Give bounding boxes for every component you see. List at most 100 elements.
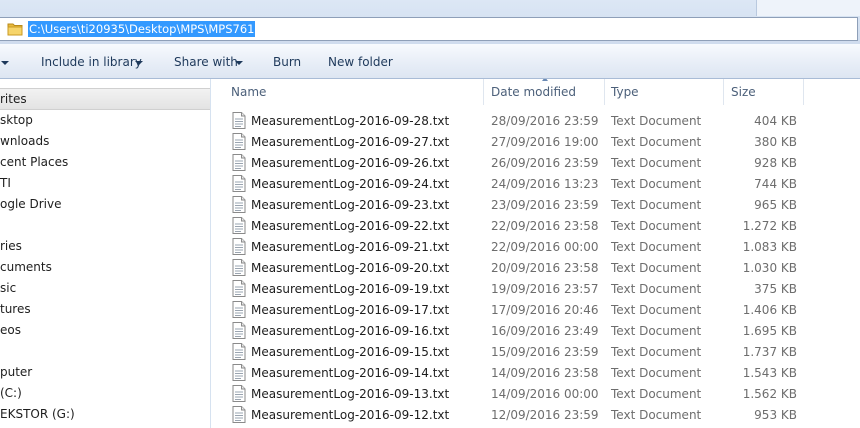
table-row[interactable]: MeasurementLog-2016-09-20.txt 20/09/2016 … [212,257,860,278]
table-row[interactable]: MeasurementLog-2016-09-14.txt 14/09/2016 … [212,362,860,383]
file-size: 928 KB [754,156,797,170]
table-row[interactable]: MeasurementLog-2016-09-12.txt 12/09/2016 … [212,404,860,425]
file-name: MeasurementLog-2016-09-17.txt [251,303,450,317]
table-row[interactable]: MeasurementLog-2016-09-23.txt 23/09/2016 … [212,194,860,215]
text-file-icon [232,322,246,339]
command-bar: Include in library Share with Burn New f… [0,44,860,79]
folder-icon [7,23,23,36]
file-size: 1.695 KB [742,324,797,338]
address-bar[interactable]: C:\Users\ti20935\Desktop\MPS\MPS761 [0,17,858,41]
share-with-button[interactable]: Share with [174,55,238,69]
table-row[interactable]: MeasurementLog-2016-09-27.txt 27/09/2016 … [212,131,860,152]
file-size: 1.406 KB [742,303,797,317]
file-date-modified: 19/09/2016 23:57 [491,282,599,296]
file-name: MeasurementLog-2016-09-12.txt [251,408,450,422]
file-size: 744 KB [754,177,797,191]
file-type: Text Document [611,177,702,191]
table-row[interactable]: MeasurementLog-2016-09-16.txt 16/09/2016 … [212,320,860,341]
address-band: C:\Users\ti20935\Desktop\MPS\MPS761 [0,0,860,44]
table-row[interactable]: MeasurementLog-2016-09-24.txt 24/09/2016 … [212,173,860,194]
file-date-modified: 23/09/2016 23:59 [491,198,599,212]
nav-item-pictures[interactable]: tures [0,299,31,320]
organize-chevron-down-icon[interactable] [1,61,9,65]
include-in-library-button[interactable]: Include in library [41,55,142,69]
nav-item-computer[interactable]: puter [0,362,32,383]
file-size: 1.083 KB [742,240,797,254]
file-name: MeasurementLog-2016-09-27.txt [251,135,450,149]
nav-item-videos[interactable]: eos [0,320,21,341]
nav-item-downloads[interactable]: wnloads [0,131,49,152]
file-type: Text Document [611,345,702,359]
table-row[interactable]: MeasurementLog-2016-09-21.txt 22/09/2016 … [212,236,860,257]
text-file-icon [232,364,246,381]
column-header-size[interactable]: Size [731,84,756,100]
column-separator[interactable] [723,79,724,105]
table-row[interactable]: MeasurementLog-2016-09-17.txt 17/09/2016 … [212,299,860,320]
new-folder-button[interactable]: New folder [328,55,393,69]
column-header-date-modified[interactable]: Date modified [491,84,576,100]
file-date-modified: 22/09/2016 23:58 [491,219,599,233]
text-file-icon [232,259,246,276]
file-size: 404 KB [754,114,797,128]
file-type: Text Document [611,282,702,296]
chevron-down-icon[interactable] [135,61,143,65]
file-name: MeasurementLog-2016-09-13.txt [251,387,450,401]
file-name: MeasurementLog-2016-09-26.txt [251,156,450,170]
file-date-modified: 17/09/2016 20:46 [491,303,599,317]
file-date-modified: 15/09/2016 23:59 [491,345,599,359]
title-bar-area [756,0,860,16]
column-separator[interactable] [604,79,605,105]
nav-item-drive-g[interactable]: EKSTOR (G:) [0,404,75,425]
text-file-icon [232,217,246,234]
nav-item-ti[interactable]: TI [0,173,11,194]
file-size: 1.737 KB [742,345,797,359]
table-row[interactable]: MeasurementLog-2016-09-13.txt 14/09/2016 … [212,383,860,404]
column-header-name[interactable]: Name [231,84,266,100]
file-name: MeasurementLog-2016-09-21.txt [251,240,450,254]
file-type: Text Document [611,261,702,275]
burn-button[interactable]: Burn [273,55,301,69]
nav-item-documents[interactable]: cuments [0,257,52,278]
nav-item-google-drive[interactable]: ogle Drive [0,194,61,215]
nav-item-favorites[interactable]: rites [0,89,27,110]
table-row[interactable]: MeasurementLog-2016-09-28.txt 28/09/2016 … [212,110,860,131]
file-name: MeasurementLog-2016-09-16.txt [251,324,450,338]
nav-item-music[interactable]: sic [0,278,16,299]
column-header-type[interactable]: Type [611,84,639,100]
table-row[interactable]: MeasurementLog-2016-09-19.txt 19/09/2016 … [212,278,860,299]
text-file-icon [232,154,246,171]
file-name: MeasurementLog-2016-09-15.txt [251,345,450,359]
file-size: 1.562 KB [742,387,797,401]
address-path[interactable]: C:\Users\ti20935\Desktop\MPS\MPS761 [28,21,256,37]
nav-item-libraries[interactable]: ries [0,236,22,257]
file-size: 375 KB [754,282,797,296]
table-row[interactable]: MeasurementLog-2016-09-26.txt 26/09/2016 … [212,152,860,173]
file-date-modified: 12/09/2016 23:59 [491,408,599,422]
file-size: 1.272 KB [742,219,797,233]
file-type: Text Document [611,324,702,338]
file-date-modified: 28/09/2016 23:59 [491,114,599,128]
file-date-modified: 14/09/2016 23:58 [491,366,599,380]
table-row[interactable]: MeasurementLog-2016-09-22.txt 22/09/2016 … [212,215,860,236]
column-separator[interactable] [803,79,804,105]
file-name: MeasurementLog-2016-09-24.txt [251,177,450,191]
file-date-modified: 20/09/2016 23:58 [491,261,599,275]
nav-item-desktop[interactable]: sktop [0,110,33,131]
text-file-icon [232,175,246,192]
file-type: Text Document [611,366,702,380]
file-date-modified: 26/09/2016 23:59 [491,156,599,170]
nav-item-drive-c[interactable]: (C:) [0,383,22,404]
nav-item-recent-places[interactable]: cent Places [0,152,68,173]
navigation-pane: rites sktop wnloads cent Places TI ogle … [0,79,211,428]
chevron-down-icon[interactable] [235,61,243,65]
file-type: Text Document [611,387,702,401]
table-row[interactable]: MeasurementLog-2016-09-15.txt 15/09/2016 … [212,341,860,362]
file-size: 965 KB [754,198,797,212]
file-name: MeasurementLog-2016-09-28.txt [251,114,450,128]
column-separator[interactable] [483,79,484,105]
file-name: MeasurementLog-2016-09-23.txt [251,198,450,212]
file-type: Text Document [611,135,702,149]
file-name: MeasurementLog-2016-09-22.txt [251,219,450,233]
file-size: 380 KB [754,135,797,149]
text-file-icon [232,385,246,402]
